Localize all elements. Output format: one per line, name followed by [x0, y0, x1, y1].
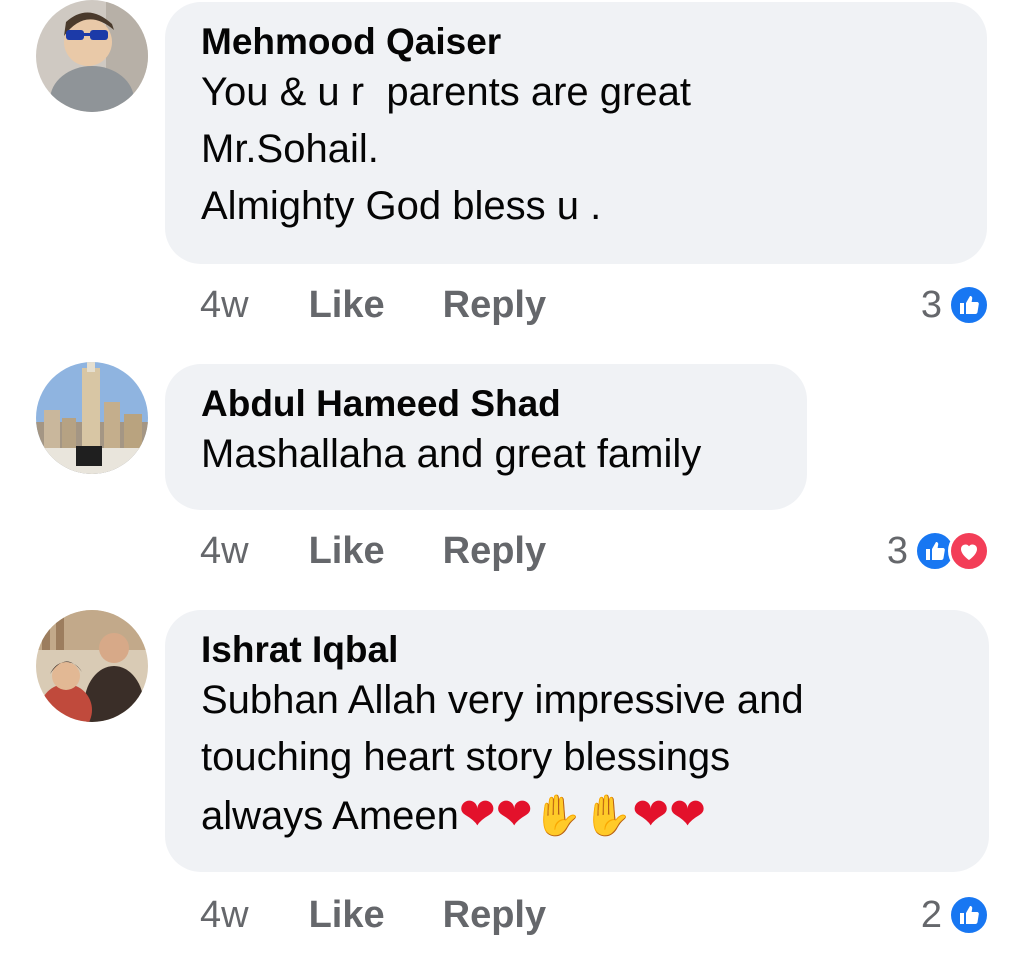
raised-hands-emoji-icon: ✋ [582, 794, 633, 838]
comment-bubble: Mehmood Qaiser You & u r parents are gre… [165, 2, 987, 264]
comment-timestamp[interactable]: 4w [200, 284, 249, 327]
comment-bubble: Abdul Hameed Shad Mashallaha and great f… [165, 364, 807, 510]
comment-text-line: Almighty God bless u . [201, 184, 602, 228]
reply-button[interactable]: Reply [443, 894, 546, 937]
comment-author[interactable]: Ishrat Iqbal [201, 628, 953, 672]
like-button[interactable]: Like [309, 284, 385, 327]
reply-button[interactable]: Reply [443, 284, 546, 327]
comment-text-line: always Ameen [201, 794, 459, 838]
comment-timestamp[interactable]: 4w [200, 894, 249, 937]
comment-text-line: Subhan Allah very impressive and [201, 678, 804, 722]
like-icon [948, 894, 990, 936]
heart-emoji-icon: ❤ [632, 790, 670, 839]
reaction-summary[interactable]: 3 [921, 280, 990, 330]
comment-text-line: You & u r parents are great [201, 70, 691, 114]
reaction-count: 2 [920, 893, 942, 936]
comment-text-line: touching heart story blessings [201, 735, 731, 779]
like-icon [948, 284, 990, 326]
comment-text-line-with-emoji: always Ameen❤❤✋✋❤❤ [201, 786, 953, 845]
heart-emoji-icon: ❤ [669, 790, 707, 839]
like-button[interactable]: Like [309, 530, 385, 573]
avatar[interactable] [36, 362, 148, 474]
raised-hands-emoji-icon: ✋ [532, 794, 583, 838]
comment-author[interactable]: Mehmood Qaiser [201, 20, 951, 64]
reply-button[interactable]: Reply [443, 530, 546, 573]
comment-actions: 4w Like Reply [200, 280, 604, 330]
reaction-count: 3 [886, 529, 908, 572]
love-icon [948, 530, 990, 572]
comment-text-line: Mashallaha and great family [201, 432, 702, 476]
like-button[interactable]: Like [309, 894, 385, 937]
reaction-count: 3 [920, 283, 942, 326]
heart-emoji-icon: ❤ [458, 790, 496, 839]
reaction-summary[interactable]: 3 [887, 526, 990, 576]
avatar[interactable] [36, 0, 148, 112]
comment-timestamp[interactable]: 4w [200, 530, 249, 573]
comment-author[interactable]: Abdul Hameed Shad [201, 382, 771, 426]
comment-actions: 4w Like Reply [200, 890, 604, 940]
reaction-summary[interactable]: 2 [921, 890, 990, 940]
heart-emoji-icon: ❤ [495, 790, 533, 839]
comment-bubble: Ishrat Iqbal Subhan Allah very impressiv… [165, 610, 989, 872]
comment-actions: 4w Like Reply [200, 526, 604, 576]
comment-text-line: Mr.Sohail. [201, 127, 379, 171]
avatar[interactable] [36, 610, 148, 722]
